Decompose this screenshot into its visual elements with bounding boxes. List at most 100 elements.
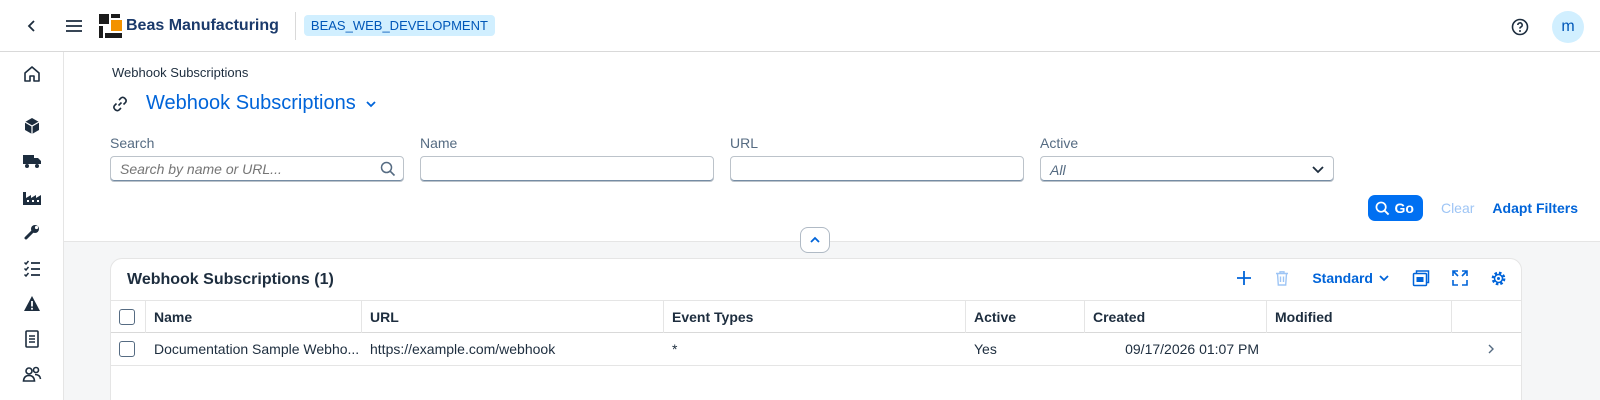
url-label: URL <box>730 135 759 151</box>
name-input[interactable] <box>421 157 681 181</box>
brand-name: Beas Manufacturing <box>126 16 279 34</box>
search-input[interactable] <box>111 157 371 181</box>
search-icon[interactable] <box>380 161 396 177</box>
user-avatar[interactable]: m <box>1552 11 1584 43</box>
gear-icon <box>1491 271 1506 285</box>
help-icon <box>1511 18 1529 36</box>
active-select-value: All <box>1050 162 1066 178</box>
select-all-checkbox[interactable] <box>119 309 135 325</box>
table-toolbar: Standard <box>1236 269 1507 287</box>
fullscreen-button[interactable] <box>1452 270 1468 286</box>
table-header-row: Name URL Event Types Active Created Modi… <box>111 300 1521 333</box>
trash-icon <box>1276 271 1289 286</box>
row-active: Yes <box>974 341 997 357</box>
chevron-right-icon <box>1488 344 1494 354</box>
url-filter: URL <box>730 135 1024 182</box>
active-label: Active <box>1040 135 1079 151</box>
nav-production[interactable] <box>16 183 48 211</box>
fullscreen-icon <box>1452 270 1468 286</box>
filter-actions: Go Clear Adapt Filters <box>1367 195 1578 221</box>
name-filter: Name <box>420 135 714 182</box>
column-header[interactable]: Event Types <box>664 301 966 333</box>
row-modified <box>1267 333 1452 365</box>
url-input[interactable] <box>731 157 991 181</box>
row-navigation[interactable] <box>1452 333 1521 365</box>
page-header: Webhook Subscriptions Webhook Subscripti… <box>64 52 1600 242</box>
table-title: Webhook Subscriptions (1) <box>127 271 334 288</box>
column-header[interactable]: Name <box>146 301 362 333</box>
export-button[interactable] <box>1412 269 1430 287</box>
shell-bar: Beas Manufacturing BEAS_WEB_DEVELOPMENT … <box>0 0 1600 52</box>
shipping-icon <box>23 155 41 168</box>
active-select[interactable]: All <box>1040 156 1334 182</box>
search-filter: Search <box>110 135 404 182</box>
chevron-down-icon[interactable] <box>364 97 378 111</box>
factory-icon <box>23 192 41 205</box>
system-badge: BEAS_WEB_DEVELOPMENT <box>303 15 495 36</box>
chevron-down-icon <box>1312 166 1324 174</box>
settings-button[interactable] <box>1490 270 1507 287</box>
search-icon <box>1375 201 1389 215</box>
row-name: Documentation Sample Webho... <box>154 341 360 357</box>
home-icon <box>24 66 40 82</box>
wrench-icon <box>24 225 39 240</box>
nav-tasks[interactable] <box>16 254 48 282</box>
go-label: Go <box>1394 200 1414 216</box>
beas-logo-icon <box>99 13 122 38</box>
url-field <box>730 156 1024 182</box>
search-field <box>110 156 404 182</box>
chevron-up-icon <box>810 236 820 243</box>
row-created: 09/17/2026 01:07 PM <box>1125 341 1259 357</box>
variant-selector[interactable]: Standard <box>1312 270 1390 286</box>
create-button[interactable] <box>1236 270 1252 286</box>
nav-shipping[interactable] <box>16 147 48 175</box>
active-filter: Active All <box>1040 135 1334 182</box>
company-logo[interactable]: Beas Manufacturing <box>98 13 279 39</box>
row-event-types: * <box>672 341 678 357</box>
row-select-cell <box>111 333 146 365</box>
collapse-header-button[interactable] <box>800 227 830 253</box>
title-row: Webhook Subscriptions <box>112 92 378 115</box>
table-row[interactable]: Documentation Sample Webho... https://ex… <box>111 333 1521 366</box>
row-url: https://example.com/webhook <box>370 341 556 357</box>
breadcrumb[interactable]: Webhook Subscriptions <box>112 65 248 80</box>
subscriptions-table: Webhook Subscriptions (1) Standard Name … <box>110 258 1522 400</box>
add-icon <box>1237 271 1252 285</box>
export-icon <box>1412 270 1430 287</box>
column-header[interactable]: Created <box>1085 301 1267 333</box>
search-label: Search <box>110 135 155 151</box>
side-navigation <box>0 52 64 400</box>
link-icon <box>113 96 127 111</box>
document-icon <box>25 330 39 348</box>
nav-products[interactable] <box>16 112 48 140</box>
adapt-filters-button[interactable]: Adapt Filters <box>1492 200 1578 216</box>
variant-label: Standard <box>1312 270 1373 286</box>
users-icon <box>22 366 42 382</box>
nav-column-header <box>1452 301 1521 333</box>
products-icon <box>24 118 40 134</box>
column-header[interactable]: Modified <box>1267 301 1452 333</box>
nav-alerts[interactable] <box>16 289 48 317</box>
row-checkbox[interactable] <box>119 341 135 357</box>
warning-icon <box>24 295 40 311</box>
name-field <box>420 156 714 182</box>
clear-button[interactable]: Clear <box>1441 200 1474 216</box>
column-header[interactable]: Active <box>966 301 1085 333</box>
page-title[interactable]: Webhook Subscriptions <box>146 92 356 115</box>
column-header[interactable]: URL <box>362 301 664 333</box>
go-button[interactable]: Go <box>1367 195 1423 221</box>
chevron-down-icon <box>1379 275 1389 282</box>
nav-tools[interactable] <box>16 218 48 246</box>
header-divider <box>294 11 296 40</box>
name-label: Name <box>420 135 458 151</box>
delete-button[interactable] <box>1274 270 1290 286</box>
nav-home[interactable] <box>16 60 48 88</box>
select-all-cell <box>111 301 146 333</box>
help-button[interactable] <box>1502 9 1538 45</box>
menu-button[interactable] <box>56 8 92 44</box>
back-button[interactable] <box>14 8 50 44</box>
checklist-icon <box>23 260 40 277</box>
nav-documents[interactable] <box>16 325 48 353</box>
hamburger-icon <box>66 19 82 32</box>
nav-users[interactable] <box>16 360 48 388</box>
